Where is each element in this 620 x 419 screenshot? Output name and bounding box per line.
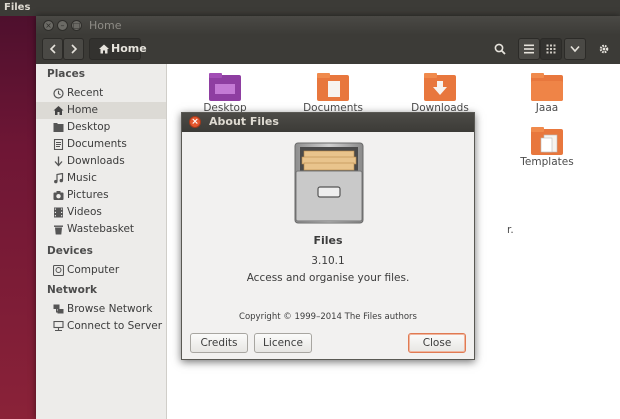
sidebar-item-label: Recent bbox=[67, 87, 104, 99]
chevron-right-icon bbox=[70, 44, 77, 54]
close-button[interactable]: Close bbox=[408, 333, 466, 353]
search-button[interactable] bbox=[488, 38, 512, 60]
path-home-button[interactable]: Home bbox=[89, 38, 147, 60]
server-icon bbox=[53, 321, 64, 332]
sidebar-item-music[interactable]: Music bbox=[36, 170, 166, 187]
sidebar-item-videos[interactable]: Videos bbox=[36, 204, 166, 221]
sidebar-header-devices: Devices bbox=[47, 245, 93, 257]
about-description: Access and organise your files. bbox=[246, 272, 410, 284]
sidebar-item-computer[interactable]: Computer bbox=[36, 262, 166, 279]
obscured-text-fragment: r. bbox=[507, 224, 514, 236]
system-top-bar: Files bbox=[0, 0, 620, 16]
downloads-folder-icon bbox=[424, 73, 456, 101]
forward-button[interactable] bbox=[63, 38, 84, 60]
sidebar-header-places: Places bbox=[47, 68, 85, 80]
file-item-label: Templates bbox=[520, 156, 574, 168]
about-copyright: Copyright © 1999–2014 The Files authors bbox=[239, 312, 417, 322]
file-item-templates[interactable]: Templates bbox=[512, 126, 582, 168]
file-item-documents[interactable]: Documents bbox=[298, 72, 368, 114]
window-maximize-button[interactable]: □ bbox=[71, 20, 82, 31]
sidebar-header-network: Network bbox=[47, 284, 98, 296]
back-button[interactable] bbox=[42, 38, 63, 60]
view-options-button[interactable] bbox=[564, 38, 586, 60]
documents-folder-icon bbox=[317, 73, 349, 101]
desktop-folder-icon bbox=[53, 123, 64, 132]
sidebar-item-recent[interactable]: Recent bbox=[36, 85, 166, 102]
sidebar-item-desktop[interactable]: Desktop bbox=[36, 119, 166, 136]
about-dialog: × About Files Files 3.10.1 Access and or… bbox=[181, 112, 475, 360]
sidebar-item-label: Downloads bbox=[67, 155, 125, 167]
home-icon bbox=[99, 44, 109, 54]
gear-icon bbox=[599, 44, 609, 54]
sidebar-item-label: Browse Network bbox=[67, 303, 153, 315]
network-icon bbox=[53, 304, 64, 314]
credits-button[interactable]: Credits bbox=[190, 333, 248, 353]
grid-view-button[interactable] bbox=[540, 38, 562, 60]
camera-icon bbox=[53, 191, 64, 200]
list-view-button[interactable] bbox=[518, 38, 540, 60]
list-view-icon bbox=[524, 44, 534, 54]
dialog-close-icon[interactable]: × bbox=[189, 116, 201, 128]
sidebar-item-documents[interactable]: Documents bbox=[36, 136, 166, 153]
sidebar-item-label: Home bbox=[67, 104, 99, 116]
sidebar-item-label: Music bbox=[67, 172, 97, 184]
download-arrow-icon bbox=[54, 156, 63, 167]
chevron-down-icon bbox=[570, 45, 580, 53]
templates-folder-icon bbox=[531, 127, 563, 155]
sidebar-item-label: Videos bbox=[67, 206, 102, 218]
sidebar-item-label: Desktop bbox=[67, 121, 111, 133]
search-icon bbox=[494, 43, 506, 55]
file-item-downloads[interactable]: Downloads bbox=[405, 72, 475, 114]
sidebar-item-connect-to-server[interactable]: Connect to Server bbox=[36, 318, 166, 335]
desktop-folder-icon bbox=[209, 73, 241, 101]
sidebar-item-pictures[interactable]: Pictures bbox=[36, 187, 166, 204]
sidebar-item-downloads[interactable]: Downloads bbox=[36, 153, 166, 170]
document-icon bbox=[53, 139, 64, 150]
trash-icon bbox=[54, 225, 63, 235]
sidebar-item-label: Computer bbox=[67, 264, 120, 276]
grid-view-icon bbox=[546, 44, 556, 54]
sidebar-item-home[interactable]: Home bbox=[36, 102, 166, 119]
dialog-title: About Files bbox=[209, 115, 279, 128]
sidebar-item-label: Wastebasket bbox=[67, 223, 135, 235]
toolbar: Home bbox=[36, 35, 620, 64]
file-item-jaaa[interactable]: Jaaa bbox=[512, 72, 582, 114]
sidebar: Places Recent Home Desktop Documents Dow… bbox=[36, 64, 167, 419]
window-minimize-button[interactable]: – bbox=[57, 20, 68, 31]
clock-icon bbox=[53, 88, 64, 99]
drive-icon bbox=[53, 265, 64, 276]
film-icon bbox=[54, 207, 63, 218]
home-icon bbox=[53, 106, 64, 115]
folder-icon bbox=[531, 73, 563, 101]
window-close-button[interactable]: × bbox=[43, 20, 54, 31]
sidebar-item-wastebasket[interactable]: Wastebasket bbox=[36, 221, 166, 238]
sidebar-item-label: Connect to Server bbox=[67, 320, 163, 332]
licence-button[interactable]: Licence bbox=[254, 333, 312, 353]
path-home-label: Home bbox=[111, 42, 147, 55]
music-icon bbox=[54, 173, 64, 184]
sidebar-item-browse-network[interactable]: Browse Network bbox=[36, 301, 166, 318]
sidebar-item-label: Pictures bbox=[67, 189, 109, 201]
window-titlebar[interactable]: × – □ Home bbox=[36, 16, 620, 35]
active-app-name: Files bbox=[4, 2, 31, 13]
window-title: Home bbox=[89, 19, 122, 32]
file-cabinet-icon bbox=[294, 142, 364, 224]
about-app-name: Files bbox=[313, 234, 343, 247]
chevron-left-icon bbox=[49, 44, 56, 54]
settings-button[interactable] bbox=[593, 38, 615, 60]
dialog-titlebar[interactable]: × About Files bbox=[182, 113, 474, 132]
file-item-desktop[interactable]: Desktop bbox=[190, 72, 260, 114]
about-version: 3.10.1 bbox=[311, 255, 345, 267]
sidebar-item-label: Documents bbox=[67, 138, 127, 150]
file-item-label: Jaaa bbox=[535, 102, 559, 114]
